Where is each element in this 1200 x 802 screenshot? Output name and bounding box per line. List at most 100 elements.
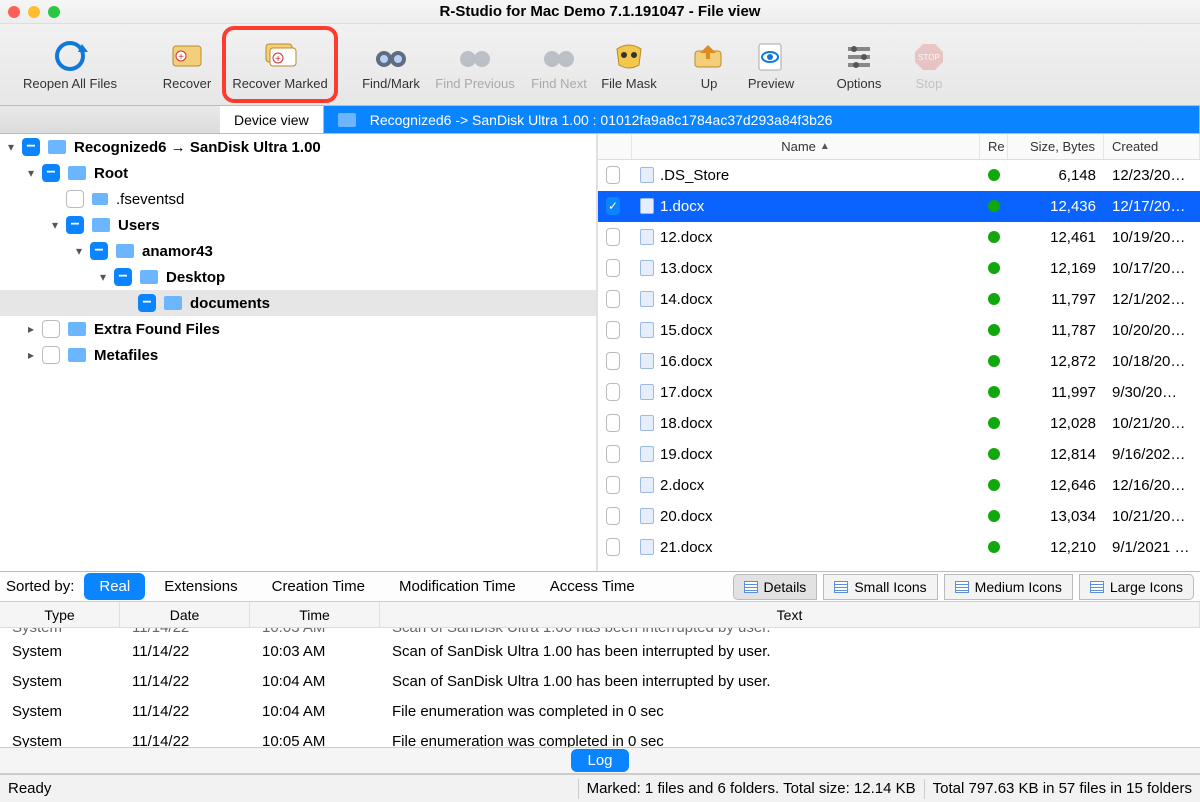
column-recoverability[interactable]: Re xyxy=(980,134,1008,159)
column-name[interactable]: Name ▲ xyxy=(632,134,980,159)
column-created[interactable]: Created xyxy=(1104,134,1200,159)
tree-node-root[interactable]: ▾ Root xyxy=(0,160,596,186)
file-mask-button[interactable]: File Mask xyxy=(594,32,664,97)
chevron-down-icon[interactable]: ▾ xyxy=(4,140,18,154)
file-row[interactable]: 14.docx11,79712/1/202… xyxy=(598,284,1200,315)
sort-bar: Sorted by: Real Extensions Creation Time… xyxy=(0,572,1200,602)
file-row[interactable]: 21.docx12,2109/1/2021 … xyxy=(598,532,1200,563)
file-row[interactable]: 20.docx13,03410/21/20… xyxy=(598,501,1200,532)
checkbox[interactable] xyxy=(606,414,620,432)
chevron-down-icon[interactable]: ▾ xyxy=(96,270,110,284)
tree-node-extra[interactable]: ▸ Extra Found Files xyxy=(0,316,596,342)
find-next-button[interactable]: Find Next xyxy=(524,32,594,97)
reopen-all-button[interactable]: Reopen All Files xyxy=(6,32,134,97)
recover-button[interactable]: + Recover xyxy=(152,32,222,97)
file-size: 12,814 xyxy=(1008,446,1104,463)
checkbox[interactable] xyxy=(66,190,84,208)
log-row[interactable]: System11/14/2210:03 AMScan of SanDisk Ul… xyxy=(0,636,1200,666)
find-previous-button[interactable]: Find Previous xyxy=(426,32,524,97)
checkbox[interactable] xyxy=(606,166,620,184)
status-dot-icon xyxy=(988,510,1000,522)
checkbox[interactable] xyxy=(606,383,620,401)
checkbox[interactable] xyxy=(606,476,620,494)
tree-node-desktop[interactable]: ▾ Desktop xyxy=(0,264,596,290)
sorted-by-label: Sorted by: xyxy=(6,578,74,595)
checkbox[interactable] xyxy=(606,445,620,463)
checkbox[interactable] xyxy=(606,321,620,339)
checkbox[interactable] xyxy=(606,507,620,525)
chevron-down-icon[interactable]: ▾ xyxy=(48,218,62,232)
sort-access-time[interactable]: Access Time xyxy=(535,573,650,600)
checkbox[interactable] xyxy=(22,138,40,156)
log-row[interactable]: System11/14/2210:04 AMFile enumeration w… xyxy=(0,696,1200,726)
log-col-text[interactable]: Text xyxy=(380,602,1200,627)
chevron-down-icon[interactable]: ▾ xyxy=(24,166,38,180)
checkbox[interactable] xyxy=(606,228,620,246)
view-small-icons[interactable]: Small Icons xyxy=(823,574,937,600)
checkbox[interactable] xyxy=(114,268,132,286)
checkbox[interactable] xyxy=(606,259,620,277)
checkbox[interactable] xyxy=(606,197,620,215)
file-created: 10/18/20… xyxy=(1104,353,1200,370)
file-row[interactable]: 1.docx12,43612/17/20… xyxy=(598,191,1200,222)
checkbox[interactable] xyxy=(606,290,620,308)
log-row[interactable]: System11/14/2210:05 AMFile enumeration w… xyxy=(0,726,1200,748)
file-row[interactable]: 19.docx12,8149/16/202… xyxy=(598,439,1200,470)
file-size: 11,797 xyxy=(1008,291,1104,308)
file-row[interactable]: 13.docx12,16910/17/20… xyxy=(598,253,1200,284)
chevron-right-icon[interactable]: ▸ xyxy=(24,348,38,362)
file-icon xyxy=(640,415,654,431)
tree-node-users[interactable]: ▾ Users xyxy=(0,212,596,238)
sort-modification-time[interactable]: Modification Time xyxy=(384,573,531,600)
checkbox[interactable] xyxy=(42,164,60,182)
file-row[interactable]: 12.docx12,46110/19/20… xyxy=(598,222,1200,253)
view-medium-icons[interactable]: Medium Icons xyxy=(944,574,1073,600)
find-mark-button[interactable]: Find/Mark xyxy=(356,32,426,97)
sort-real[interactable]: Real xyxy=(84,573,145,600)
tree-node-fseventsd[interactable]: .fseventsd xyxy=(0,186,596,212)
checkbox[interactable] xyxy=(606,352,620,370)
log-button[interactable]: Log xyxy=(571,749,628,772)
up-button[interactable]: Up xyxy=(682,32,736,97)
checkbox[interactable] xyxy=(606,538,620,556)
sort-creation-time[interactable]: Creation Time xyxy=(257,573,380,600)
recover-marked-button[interactable]: + Recover Marked xyxy=(228,32,332,97)
log-col-date[interactable]: Date xyxy=(120,602,250,627)
checkbox[interactable] xyxy=(138,294,156,312)
log-row[interactable]: System11/14/2210:04 AMScan of SanDisk Ul… xyxy=(0,666,1200,696)
file-row[interactable]: 17.docx11,9979/30/20… xyxy=(598,377,1200,408)
options-button[interactable]: Options xyxy=(824,32,894,97)
checkbox[interactable] xyxy=(42,320,60,338)
chevron-right-icon[interactable]: ▸ xyxy=(24,322,38,336)
toolbar-label: File Mask xyxy=(601,76,657,91)
view-large-icons[interactable]: Large Icons xyxy=(1079,574,1194,600)
tree-node-documents[interactable]: documents xyxy=(0,290,596,316)
log-col-type[interactable]: Type xyxy=(0,602,120,627)
folder-up-icon xyxy=(692,36,726,76)
column-size[interactable]: Size, Bytes xyxy=(1008,134,1104,159)
tabs-row: Device view Recognized6 -> SanDisk Ultra… xyxy=(0,106,1200,134)
checkbox[interactable] xyxy=(66,216,84,234)
file-row[interactable]: 16.docx12,87210/18/20… xyxy=(598,346,1200,377)
file-row[interactable]: 18.docx12,02810/21/20… xyxy=(598,408,1200,439)
file-row[interactable]: 15.docx11,78710/20/20… xyxy=(598,315,1200,346)
checkbox[interactable] xyxy=(42,346,60,364)
column-label: Name xyxy=(781,139,816,154)
preview-button[interactable]: Preview xyxy=(736,32,806,97)
tab-file-view[interactable]: Recognized6 -> SanDisk Ultra 1.00 : 0101… xyxy=(324,106,1200,133)
file-row[interactable]: .DS_Store6,14812/23/20… xyxy=(598,160,1200,191)
file-icon xyxy=(640,508,654,524)
tab-device-view[interactable]: Device view xyxy=(220,106,324,133)
chevron-down-icon[interactable]: ▾ xyxy=(72,244,86,258)
tree-node-root-drive[interactable]: ▾ Recognized6 → SanDisk Ultra 1.00 xyxy=(0,134,596,160)
status-dot-icon xyxy=(988,169,1000,181)
tree-node-metafiles[interactable]: ▸ Metafiles xyxy=(0,342,596,368)
checkbox[interactable] xyxy=(90,242,108,260)
column-checkbox[interactable] xyxy=(598,134,632,159)
view-details[interactable]: Details xyxy=(733,574,818,600)
tree-node-anamor43[interactable]: ▾ anamor43 xyxy=(0,238,596,264)
sort-extensions[interactable]: Extensions xyxy=(149,573,252,600)
file-row[interactable]: 2.docx12,64612/16/20… xyxy=(598,470,1200,501)
log-col-time[interactable]: Time xyxy=(250,602,380,627)
status-dot-icon xyxy=(988,200,1000,212)
